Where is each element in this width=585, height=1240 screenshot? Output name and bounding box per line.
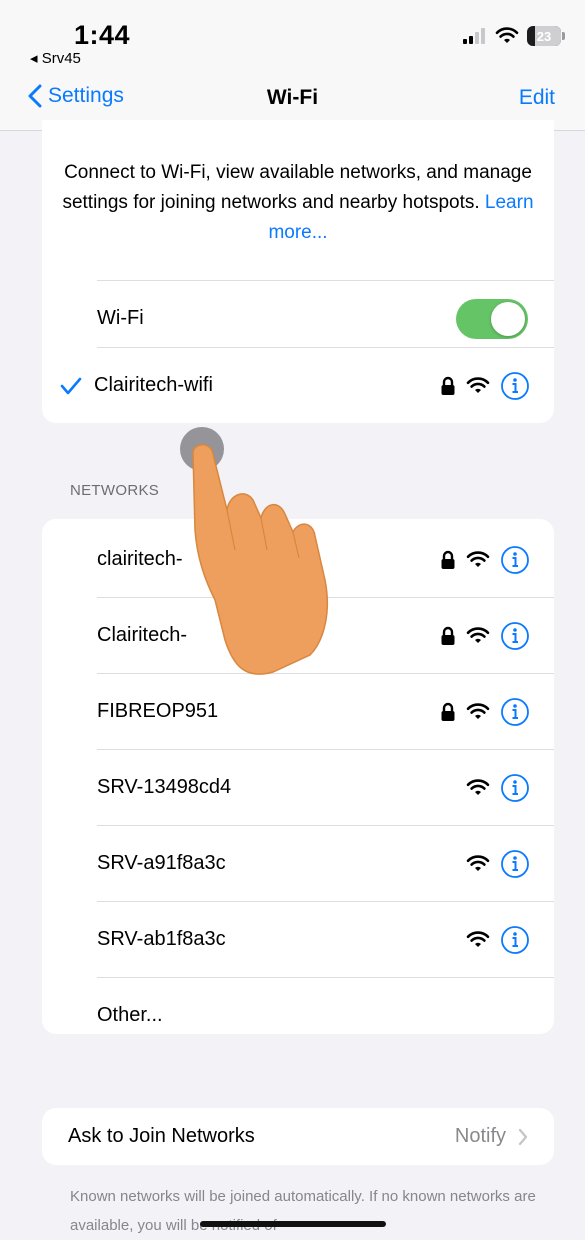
lock-icon bbox=[441, 702, 455, 721]
lock-icon bbox=[441, 550, 455, 569]
page-title: Wi-Fi bbox=[266, 86, 319, 109]
info-button[interactable] bbox=[500, 849, 530, 879]
other-network-row[interactable]: Other... bbox=[42, 978, 554, 1034]
battery-icon: 23 bbox=[527, 26, 565, 46]
ask-to-join-label: Ask to Join Networks bbox=[68, 1125, 255, 1147]
other-network-label: Other... bbox=[97, 1004, 163, 1026]
info-icon bbox=[501, 621, 529, 650]
network-name: SRV-ab1f8a3c bbox=[97, 928, 226, 950]
wifi-signal-icon bbox=[466, 930, 490, 947]
info-button[interactable] bbox=[500, 925, 530, 955]
info-icon bbox=[501, 697, 529, 726]
intro-text: Connect to Wi-Fi, view available network… bbox=[62, 162, 532, 213]
network-row[interactable]: SRV-13498cd4 bbox=[42, 750, 554, 825]
info-button[interactable] bbox=[500, 697, 530, 727]
wifi-signal-icon bbox=[466, 376, 490, 393]
lock-icon bbox=[441, 376, 455, 395]
wifi-signal-icon bbox=[466, 550, 490, 567]
info-button[interactable] bbox=[500, 773, 530, 803]
wifi-signal-icon bbox=[466, 778, 490, 795]
network-name: SRV-a91f8a3c bbox=[97, 852, 226, 874]
info-button[interactable] bbox=[500, 545, 530, 575]
wifi-label: Wi-Fi bbox=[97, 307, 144, 329]
info-icon bbox=[501, 371, 529, 400]
network-row[interactable]: SRV-a91f8a3c bbox=[42, 826, 554, 901]
lock-icon bbox=[441, 626, 455, 645]
network-name: Clairitech- bbox=[97, 624, 188, 646]
network-name: FIBREOP951 bbox=[97, 700, 219, 722]
wifi-signal-icon bbox=[466, 702, 490, 719]
status-time: 1:44 bbox=[74, 20, 131, 50]
chevron-right-icon bbox=[518, 1128, 528, 1145]
cellular-signal-icon bbox=[463, 28, 485, 44]
ask-to-join-value: Notify bbox=[454, 1125, 506, 1147]
wifi-toggle[interactable] bbox=[456, 298, 528, 339]
wifi-signal-icon bbox=[466, 854, 490, 871]
network-row[interactable]: FIBREOP951 bbox=[42, 674, 554, 749]
network-name: SRV-13498cd4 bbox=[97, 776, 232, 798]
wifi-signal-icon bbox=[466, 626, 490, 643]
connected-network-row[interactable]: Clairitech-wifi bbox=[42, 348, 554, 423]
wifi-intro-card: Connect to Wi-Fi, view available network… bbox=[42, 120, 554, 423]
wifi-status-icon bbox=[495, 27, 519, 43]
ask-to-join-row[interactable]: Ask to Join Networks Notify bbox=[42, 1108, 554, 1165]
info-button[interactable] bbox=[500, 371, 530, 401]
wifi-toggle-row: Wi-Fi bbox=[42, 281, 554, 356]
info-icon bbox=[501, 849, 529, 878]
status-icons: 23 bbox=[463, 26, 565, 46]
info-icon bbox=[501, 545, 529, 574]
connected-network-name: Clairitech-wifi bbox=[94, 374, 213, 396]
home-indicator bbox=[200, 1221, 386, 1227]
info-icon bbox=[501, 773, 529, 802]
checkmark-icon bbox=[60, 377, 82, 394]
edit-button[interactable]: Edit bbox=[519, 86, 555, 110]
battery-level: 23 bbox=[536, 28, 552, 44]
ask-to-join-footer: Known networks will be joined automatica… bbox=[70, 1188, 536, 1234]
info-icon bbox=[501, 925, 529, 954]
network-row[interactable]: SRV-ab1f8a3c bbox=[42, 902, 554, 977]
network-name: clairitech- bbox=[97, 548, 183, 570]
pointing-hand-icon bbox=[192, 444, 328, 675]
back-to-app-link[interactable]: ◂ Srv45 bbox=[30, 49, 81, 67]
info-button[interactable] bbox=[500, 621, 530, 651]
intro-description: Connect to Wi-Fi, view available network… bbox=[62, 158, 534, 248]
networks-section-header: NETWORKS bbox=[70, 482, 160, 499]
